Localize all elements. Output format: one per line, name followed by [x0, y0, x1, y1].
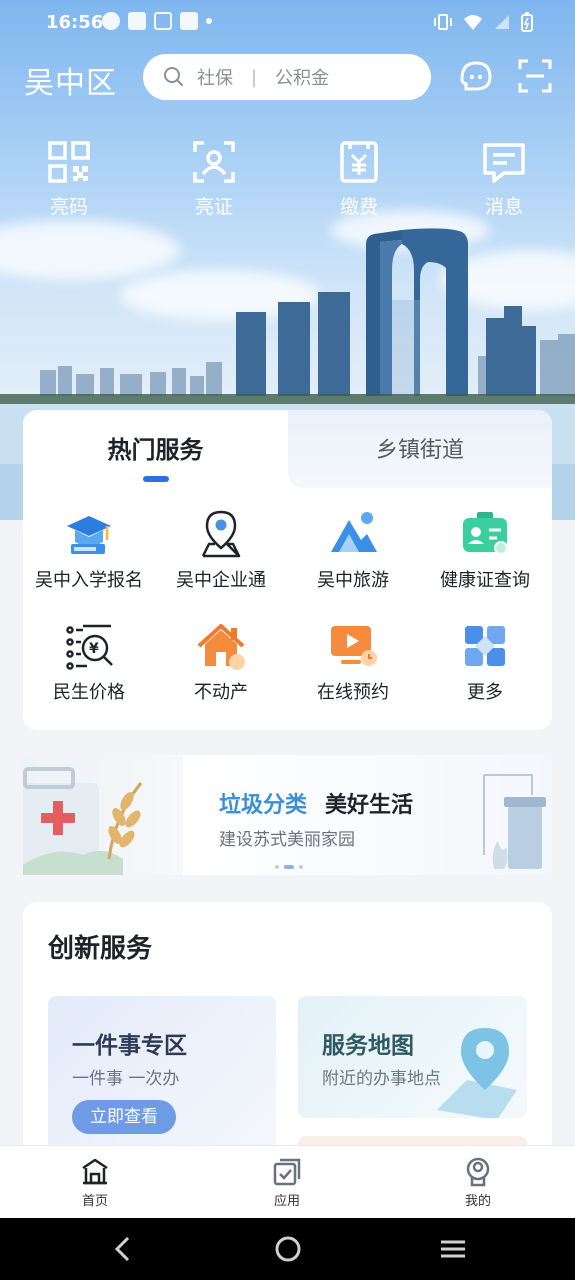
recent-apps-icon[interactable]	[438, 1234, 468, 1264]
service-price[interactable]: ¥ 民生价格	[23, 620, 155, 704]
more-notifications-icon	[206, 18, 212, 24]
mail-notification-icon	[128, 12, 146, 30]
service-label: 吴中入学报名	[35, 570, 143, 591]
back-icon[interactable]	[110, 1234, 136, 1264]
battery-icon	[521, 12, 533, 32]
search-icon	[164, 67, 183, 86]
mountain-travel-icon	[331, 512, 377, 552]
banner-pagination	[275, 865, 303, 869]
card-title: 一件事专区	[72, 1033, 187, 1059]
service-label: 吴中企业通	[176, 570, 266, 591]
banner-dot	[299, 865, 303, 869]
notification-icons	[102, 12, 212, 30]
price-search-icon: ¥	[66, 624, 113, 670]
nav-label: 应用	[273, 1194, 300, 1209]
service-label: 吴中旅游	[317, 570, 389, 591]
search-keyword[interactable]: 社保	[197, 64, 233, 90]
signal-icon	[495, 15, 509, 29]
scan-icon[interactable]	[516, 57, 554, 95]
quick-action-label: 亮证	[194, 196, 233, 218]
quick-action-message[interactable]: 消息	[464, 140, 544, 219]
innovation-services-card: 创新服务 一件事专区 一件事 一次办 立即查看 服务地图 附近的办事地点	[23, 902, 552, 1162]
payment-icon	[340, 141, 378, 183]
services-card: 热门服务 乡镇街道 吴中入学报名 吴中企业通 吴中旅游 健康证查询 ¥ 民生价格…	[23, 410, 552, 730]
video-appointment-icon	[331, 626, 377, 666]
svg-text:¥: ¥	[89, 641, 99, 657]
active-tab-indicator	[143, 476, 169, 482]
check-notification-icon	[102, 12, 120, 30]
service-health-certificate[interactable]: 健康证查询	[419, 508, 551, 592]
service-map-card[interactable]: 服务地图 附近的办事地点	[298, 996, 527, 1118]
trash-bin-illustration-icon	[483, 774, 546, 869]
home-circle-icon[interactable]	[273, 1234, 303, 1264]
profile-icon	[466, 1157, 490, 1187]
quick-action-label: 缴费	[339, 196, 378, 218]
nav-label: 首页	[81, 1194, 108, 1209]
banner-title: 美好生活	[325, 793, 414, 818]
more-grid-icon	[465, 626, 505, 666]
banner-title-highlight: 垃圾分类	[219, 793, 308, 818]
status-time: 16:56	[46, 12, 104, 33]
service-label: 民生价格	[53, 682, 125, 703]
apps-icon	[273, 1158, 301, 1186]
banner-previous-slide	[23, 755, 183, 875]
one-thing-zone-card[interactable]: 一件事专区 一件事 一次办 立即查看	[48, 996, 276, 1156]
garbage-sorting-banner[interactable]: 垃圾分类 美好生活 建设苏式美丽家园	[23, 755, 552, 875]
quick-action-id-card[interactable]: 亮证	[174, 140, 254, 219]
view-now-button[interactable]: 立即查看	[72, 1100, 176, 1134]
house-icon	[197, 624, 245, 670]
qr-code-icon	[48, 141, 90, 183]
app-notification-icon	[154, 12, 172, 30]
service-label: 在线预约	[317, 682, 389, 703]
service-enterprise[interactable]: 吴中企业通	[155, 508, 287, 592]
search-input[interactable]: 社保 | 公积金	[143, 54, 431, 100]
service-real-estate[interactable]: 不动产	[155, 620, 287, 704]
quick-action-payment[interactable]: 缴费	[319, 140, 399, 219]
wifi-icon	[464, 15, 482, 30]
section-title: 创新服务	[48, 934, 153, 964]
service-label: 不动产	[194, 682, 248, 703]
location-pin-icon	[201, 510, 241, 558]
app-notification-icon	[180, 12, 198, 30]
graduation-cap-icon	[67, 516, 111, 554]
nav-profile[interactable]: 我的	[438, 1156, 518, 1209]
tab-label[interactable]: 热门服务	[23, 430, 288, 465]
card-title: 服务地图	[322, 1033, 414, 1059]
card-subtitle: 一件事 一次办	[72, 1069, 180, 1089]
vibrate-icon	[434, 14, 452, 30]
customer-service-icon[interactable]	[456, 57, 494, 95]
quick-action-label: 消息	[484, 196, 523, 218]
service-online-appointment[interactable]: 在线预约	[287, 620, 419, 704]
status-bar: 16:56	[0, 0, 575, 46]
system-status-icons	[433, 12, 533, 32]
search-separator: |	[251, 66, 258, 88]
quick-action-label: 亮码	[49, 196, 88, 218]
nav-label: 我的	[464, 1194, 491, 1209]
service-more[interactable]: 更多	[419, 620, 551, 704]
id-card-icon	[193, 141, 235, 183]
tab-label[interactable]: 乡镇街道	[288, 432, 552, 464]
first-aid-illustration-icon	[23, 767, 143, 875]
bottom-navigation: 首页 应用 我的	[0, 1145, 575, 1218]
message-icon	[483, 143, 525, 183]
service-label: 更多	[467, 682, 503, 703]
quick-action-qr-code[interactable]: 亮码	[29, 140, 109, 219]
banner-dot-active	[284, 865, 294, 869]
banner-subtitle: 建设苏式美丽家园	[219, 830, 355, 850]
nav-apps[interactable]: 应用	[247, 1156, 327, 1209]
service-tourism[interactable]: 吴中旅游	[287, 508, 419, 592]
health-card-icon	[463, 512, 508, 555]
card-subtitle: 附近的办事地点	[322, 1069, 441, 1089]
home-icon	[82, 1158, 108, 1185]
search-keyword[interactable]: 公积金	[275, 64, 329, 90]
service-enrollment[interactable]: 吴中入学报名	[23, 508, 155, 592]
system-navigation-bar	[0, 1218, 575, 1280]
city-selector[interactable]: 吴中区	[24, 58, 117, 102]
banner-dot	[275, 865, 279, 869]
nav-home[interactable]: 首页	[55, 1156, 135, 1209]
service-label: 健康证查询	[440, 570, 530, 591]
map-pin-illustration-icon	[437, 1028, 517, 1118]
